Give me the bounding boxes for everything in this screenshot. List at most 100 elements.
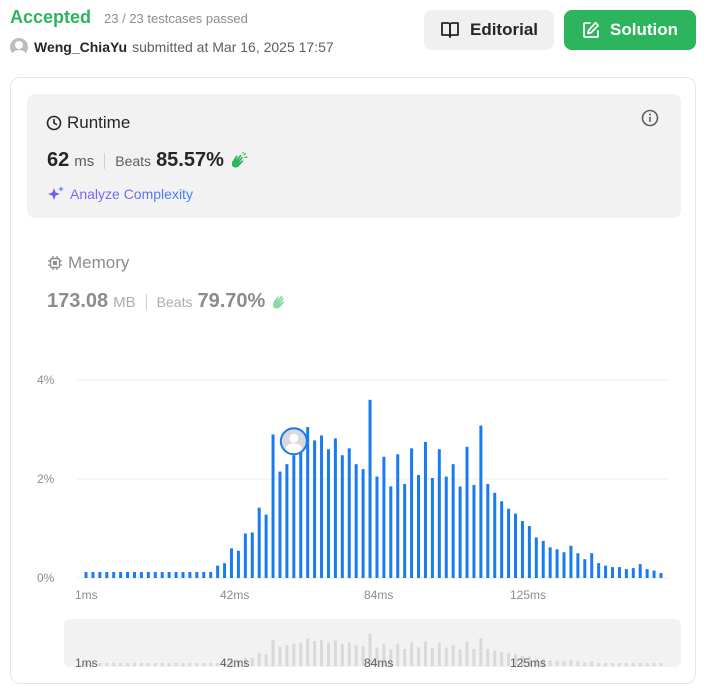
navigator-bar [250, 657, 254, 666]
navigator-bar [347, 642, 351, 666]
chart-bar [631, 568, 635, 578]
username-link[interactable]: Weng_ChiaYu [34, 39, 127, 55]
x-tick-label: 84ms [364, 588, 393, 602]
chart-bar [167, 572, 171, 578]
navigator-bar [396, 643, 400, 666]
navigator-bar [181, 663, 185, 666]
navigator-bar [167, 663, 171, 666]
navigator-bar [631, 663, 635, 666]
chart-bar [597, 563, 601, 578]
chart-bar [202, 572, 206, 578]
chart-bar [126, 572, 130, 578]
user-avatar[interactable] [10, 38, 28, 56]
chart-bar [507, 508, 511, 578]
navigator-bar [105, 663, 109, 666]
chart-bar [659, 573, 663, 578]
submission-header: Accepted 23 / 23 testcases passed Weng_C… [0, 0, 708, 70]
chart-bar [243, 533, 247, 578]
book-icon [441, 22, 459, 38]
solution-label: Solution [610, 20, 678, 39]
chart-bar [119, 572, 123, 578]
navigator-bar [257, 653, 261, 666]
navigator-bar [597, 663, 601, 666]
navigator-tick-label: 125ms [510, 656, 546, 670]
x-tick-label: 125ms [510, 588, 546, 602]
editorial-label: Editorial [469, 20, 538, 39]
chart-bar [389, 486, 393, 578]
navigator-bar [604, 663, 608, 666]
navigator-bar [306, 638, 310, 666]
navigator-bar [278, 646, 282, 666]
navigator-bar [479, 638, 483, 666]
chart-bar [181, 572, 185, 578]
chart-bar [209, 572, 213, 578]
testcases-passed: 23 / 23 testcases passed [104, 11, 248, 26]
chart-bar [417, 475, 421, 578]
y-tick-label: 2% [37, 472, 55, 486]
chart-bar [423, 441, 427, 578]
chart-bar [514, 513, 518, 578]
chart-bar [285, 464, 289, 578]
navigator-bar [423, 641, 427, 666]
chart-bar [624, 569, 628, 578]
chart-bar [250, 532, 254, 578]
navigator-tick-label: 1ms [75, 656, 98, 670]
navigator-bar [576, 661, 580, 666]
chart-bar [479, 425, 483, 578]
chart-bar [472, 484, 476, 578]
navigator-bar [264, 654, 268, 666]
chart-bar [354, 464, 358, 578]
chart-bar [458, 486, 462, 578]
chart-bar [527, 526, 531, 578]
chart-bar [451, 464, 455, 578]
navigator-bar [195, 663, 199, 666]
submitter-line: Weng_ChiaYu submitted at Mar 16, 2025 17… [10, 38, 334, 56]
chart-bar [403, 483, 407, 578]
navigator-bar [659, 663, 663, 666]
navigator-bar [555, 660, 559, 666]
navigator-bar [340, 643, 344, 666]
x-tick-label: 42ms [220, 588, 249, 602]
navigator-bar [624, 663, 628, 666]
navigator-bar [548, 660, 552, 666]
chart-bar [333, 438, 337, 578]
navigator-bar [562, 661, 566, 666]
navigator-bar [465, 642, 469, 666]
chart-bar [611, 567, 615, 578]
chart-bar [541, 540, 545, 578]
runtime-distribution-chart[interactable]: 0% 2% 4% 1ms 42ms 84ms 125ms 1ms 42ms 84ms 125ms [11, 78, 697, 685]
navigator-bar [313, 640, 317, 666]
chart-bar [562, 552, 566, 578]
navigator-bar [112, 663, 116, 666]
chart-bar [326, 449, 330, 578]
navigator-bar [458, 649, 462, 666]
chart-bar [652, 570, 656, 578]
navigator-bar [638, 663, 642, 666]
chart-bar [410, 448, 414, 578]
navigator-bar [486, 648, 490, 666]
my-submission-marker[interactable] [279, 427, 308, 456]
chart-bar [430, 478, 434, 578]
navigator-tick-label: 84ms [364, 656, 393, 670]
chart-bar [493, 492, 497, 578]
solution-button[interactable]: Solution [564, 10, 696, 50]
chart-bar [576, 553, 580, 578]
navigator-bar [119, 663, 123, 666]
chart-bar [146, 572, 150, 578]
navigator-bar [285, 645, 289, 666]
chart-bar [229, 548, 233, 578]
navigator-bar [271, 639, 275, 666]
navigator-bar [444, 647, 448, 666]
navigator-bar [188, 663, 192, 666]
chart-bar [292, 455, 296, 578]
chart-bar [236, 550, 240, 578]
chart-bar [313, 440, 317, 578]
chart-bar [340, 455, 344, 578]
chart-bar [347, 448, 351, 578]
chart-bar [396, 454, 400, 578]
navigator-bar [209, 663, 213, 666]
chart-bar [139, 572, 143, 578]
navigator-bar [500, 652, 504, 666]
navigator-bar [98, 663, 102, 666]
editorial-button[interactable]: Editorial [424, 10, 554, 50]
